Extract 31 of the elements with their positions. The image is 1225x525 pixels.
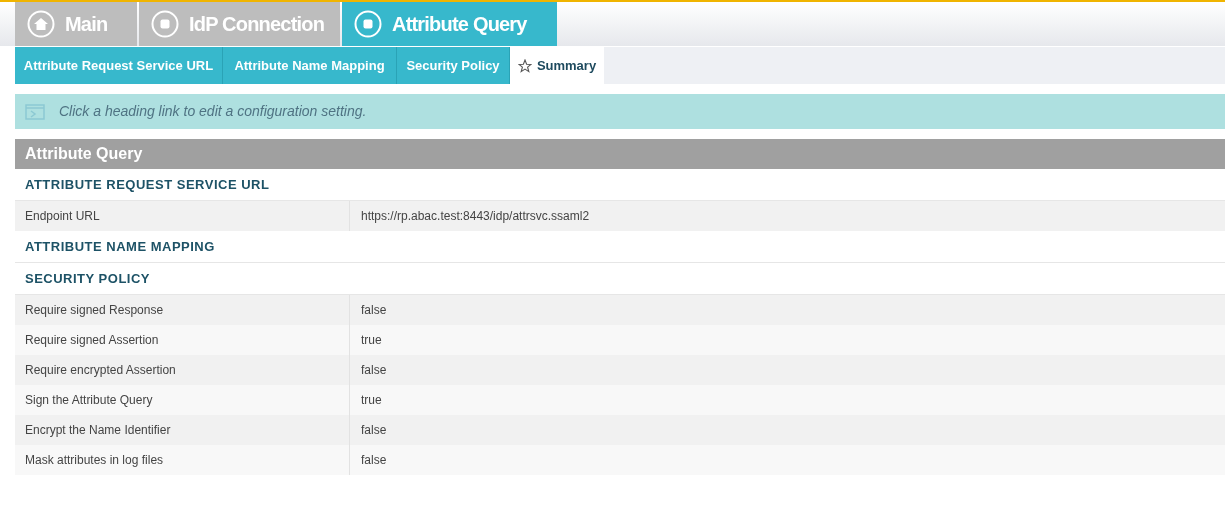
- stop-icon: [151, 10, 179, 38]
- info-message: Click a heading link to edit a configuration setting.: [59, 102, 367, 121]
- main-tab[interactable]: Main: [15, 2, 137, 46]
- setting-value: false: [361, 302, 387, 319]
- panel-title: Attribute Query: [15, 139, 1225, 169]
- setting-label: Require signed Assertion: [25, 332, 159, 349]
- setting-value: false: [361, 362, 387, 379]
- section-heading-link[interactable]: ATTRIBUTE NAME MAPPING: [25, 236, 215, 257]
- sub-tab[interactable]: Security Policy: [397, 47, 510, 84]
- sub-tab[interactable]: Attribute Request Service URL: [15, 47, 223, 84]
- section-heading-link[interactable]: SECURITY POLICY: [25, 268, 150, 289]
- sub-tab[interactable]: Attribute Name Mapping: [223, 47, 397, 84]
- sub-tab[interactable]: Summary: [510, 47, 604, 84]
- setting-label: Require signed Response: [25, 302, 164, 319]
- main-tab[interactable]: Attribute Query: [342, 2, 557, 46]
- setting-label: Encrypt the Name Identifier: [25, 422, 171, 439]
- setting-value: true: [361, 332, 382, 349]
- section-heading-link[interactable]: ATTRIBUTE REQUEST SERVICE URL: [25, 174, 270, 195]
- setting-value: false: [361, 422, 387, 439]
- setting-label: Require encrypted Assertion: [25, 362, 176, 379]
- setting-value: false: [361, 452, 387, 469]
- setting-label: Sign the Attribute Query: [25, 392, 153, 409]
- main-tab[interactable]: IdP Connection: [139, 2, 340, 46]
- setting-value: https://rp.abac.test:8443/idp/attrsvc.ssaml2: [361, 208, 590, 225]
- console-icon: [25, 103, 45, 120]
- setting-label: Mask attributes in log files: [25, 452, 164, 469]
- home-icon: [27, 10, 55, 38]
- stop-icon: [354, 10, 382, 38]
- setting-label: Endpoint URL: [25, 208, 100, 225]
- star-icon: [517, 58, 532, 73]
- setting-value: true: [361, 392, 382, 409]
